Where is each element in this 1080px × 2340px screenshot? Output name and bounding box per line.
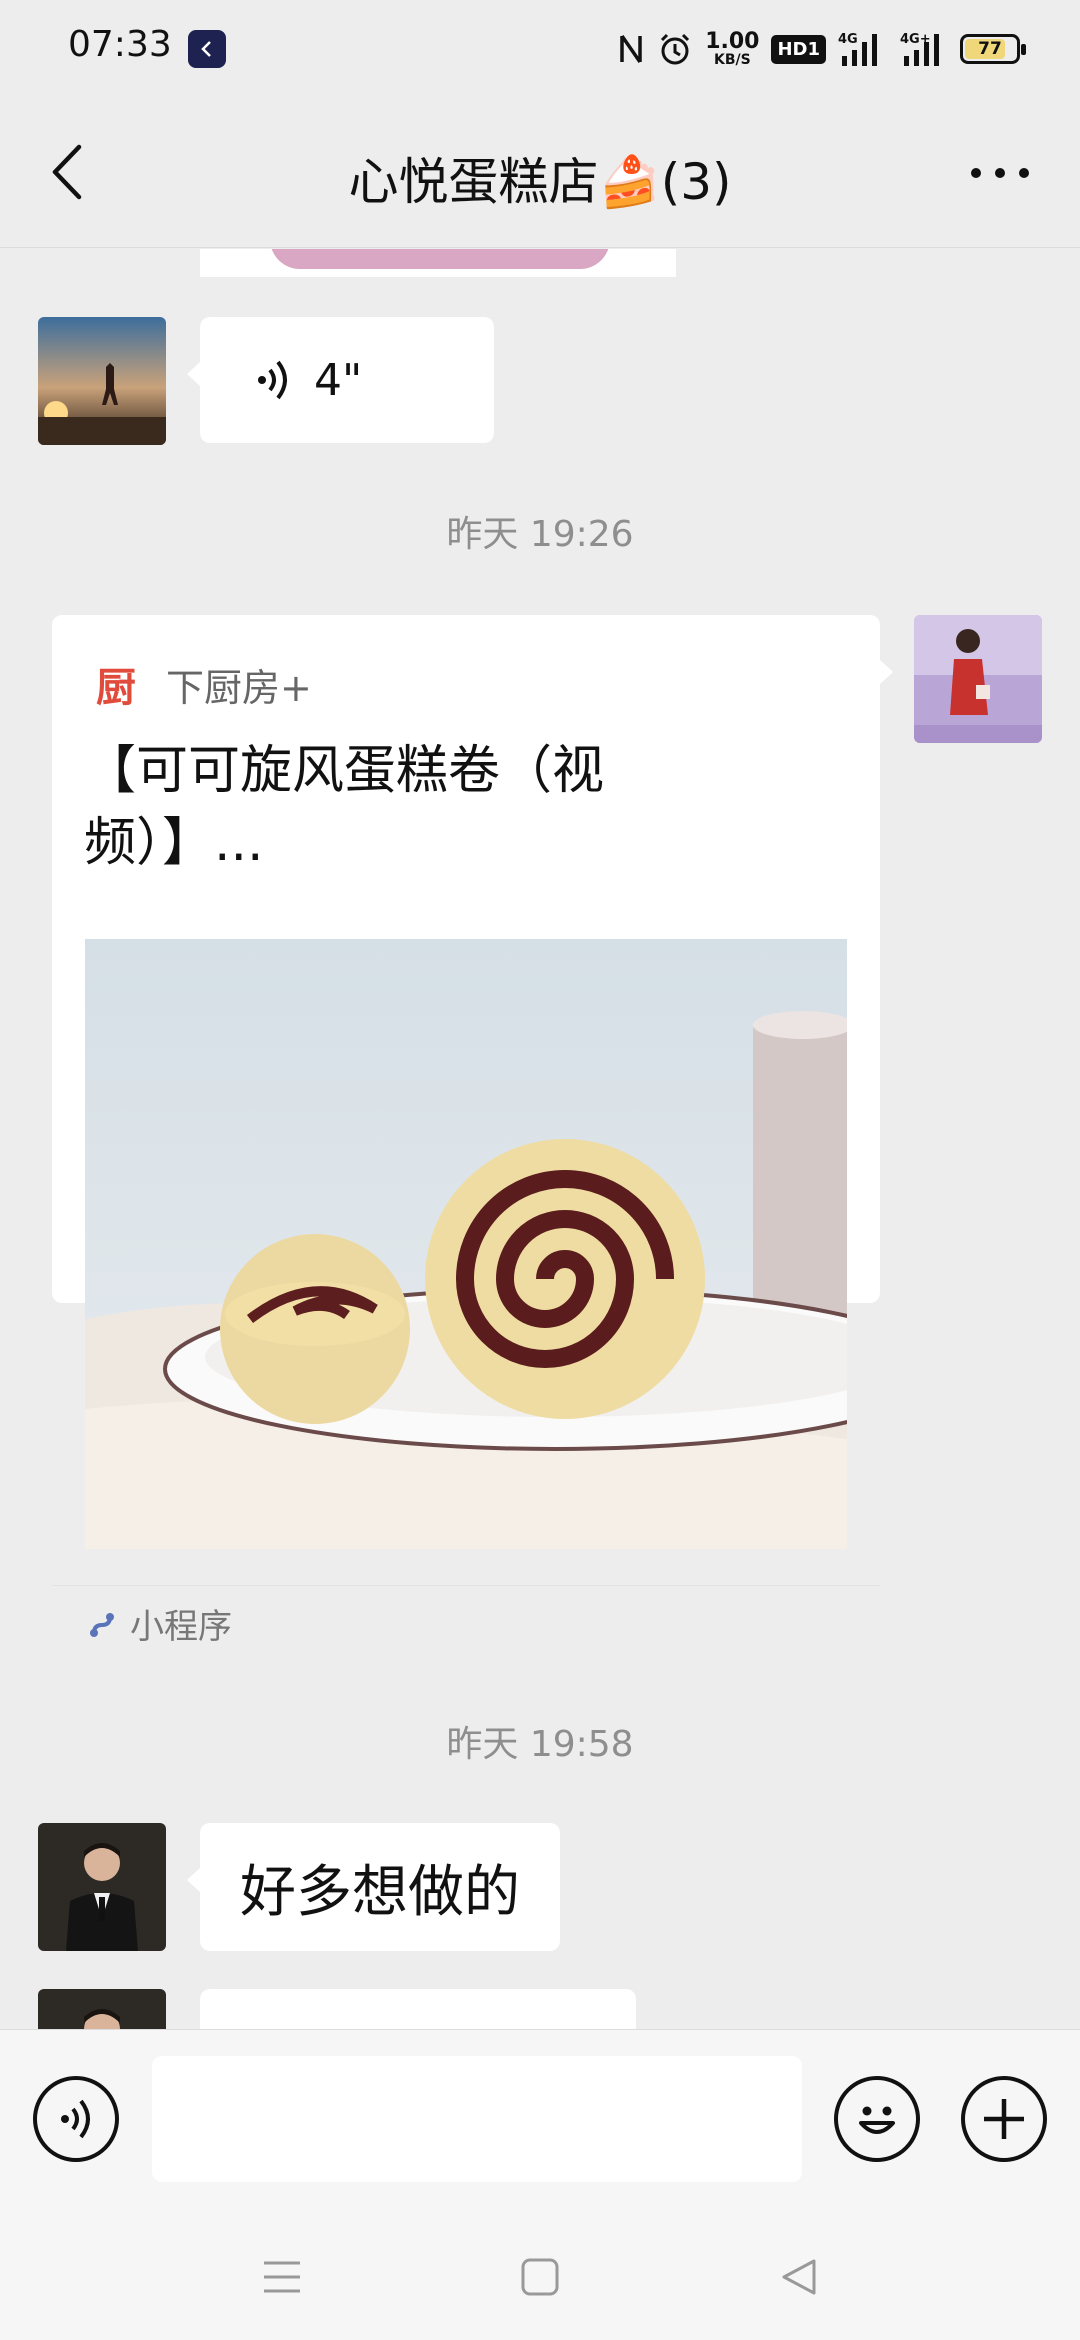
menu-icon: [264, 2261, 300, 2293]
alarm-icon: [657, 29, 693, 69]
voice-message-bubble[interactable]: 4": [187, 317, 494, 443]
status-time: 07:33: [68, 24, 172, 65]
network-speed: 1.00 KB/S: [705, 29, 760, 68]
card-title: 【可可旋风蛋糕卷（视频）】...: [84, 741, 605, 873]
smiley-icon: [859, 2106, 895, 2134]
chat-message-list[interactable]: 4" 昨天 19:26 厨 下厨房+ 【可可旋风蛋糕卷（视频）】... 小程序 …: [0, 249, 1080, 2029]
battery-level: 77: [978, 39, 1002, 59]
plus-icon: [984, 2099, 1024, 2139]
card-source-name: 下厨房+: [166, 665, 312, 710]
more-actions-button[interactable]: [961, 2076, 1047, 2162]
timestamp: 昨天 19:26: [446, 514, 634, 555]
more-options-button[interactable]: [960, 148, 1040, 198]
avatar[interactable]: [38, 317, 166, 445]
voice-duration: 4": [314, 354, 363, 406]
input-bar: [0, 2029, 1080, 2207]
back-triangle-icon: [782, 2259, 816, 2295]
text-message-bubble[interactable]: [200, 1989, 636, 2029]
emoji-button[interactable]: [834, 2076, 920, 2162]
mini-program-icon: [90, 1612, 114, 1637]
system-back-button[interactable]: [768, 2247, 828, 2307]
voice-wave-icon: [258, 360, 287, 400]
chat-title: 心悦蛋糕店🍰(3): [348, 153, 732, 211]
status-icons: 1.00 KB/S HD1 4G 4G+ 77: [617, 26, 1026, 72]
message-input[interactable]: [152, 2056, 802, 2182]
home-square-icon: [521, 2258, 559, 2296]
hd-badge: HD1: [771, 34, 826, 64]
signal-icon-1: 4G: [838, 29, 884, 69]
more-dots-icon: [971, 168, 1029, 178]
mini-program-card[interactable]: 厨 下厨房+ 【可可旋风蛋糕卷（视频）】... 小程序: [52, 615, 893, 1647]
timestamp: 昨天 19:58: [446, 1724, 634, 1765]
self-avatar[interactable]: [914, 615, 1042, 743]
notification-app-icon: [188, 30, 226, 68]
text-message-bubble[interactable]: 好多想做的: [187, 1823, 560, 1951]
xiachufang-logo: 厨: [96, 665, 136, 711]
home-button[interactable]: [510, 2247, 570, 2307]
network-type-1: 4G: [838, 32, 858, 47]
avatar[interactable]: [38, 1989, 166, 2029]
system-navigation-bar: [0, 2207, 1080, 2340]
nfc-icon: [617, 29, 645, 69]
card-footer: 小程序: [88, 1599, 232, 1648]
chat-header: 心悦蛋糕店🍰(3): [0, 96, 1080, 248]
mini-program-label: 小程序: [130, 1607, 232, 1647]
previous-image-message[interactable]: [200, 249, 676, 277]
status-bar: 07:33 1.00 KB/S HD1 4G 4G+ 77: [0, 0, 1080, 96]
network-speed-value: 1.00: [705, 29, 760, 54]
network-speed-unit: KB/S: [713, 52, 751, 68]
card-cover-image: [85, 939, 847, 1549]
recent-apps-button[interactable]: [252, 2247, 312, 2307]
signal-icon-2: 4G+: [896, 29, 948, 69]
battery-icon: 77: [960, 34, 1026, 64]
avatar[interactable]: [38, 1823, 166, 1951]
card-source: 厨 下厨房+: [96, 655, 312, 713]
voice-input-toggle-button[interactable]: [33, 2076, 119, 2162]
voice-icon: [61, 2099, 90, 2139]
